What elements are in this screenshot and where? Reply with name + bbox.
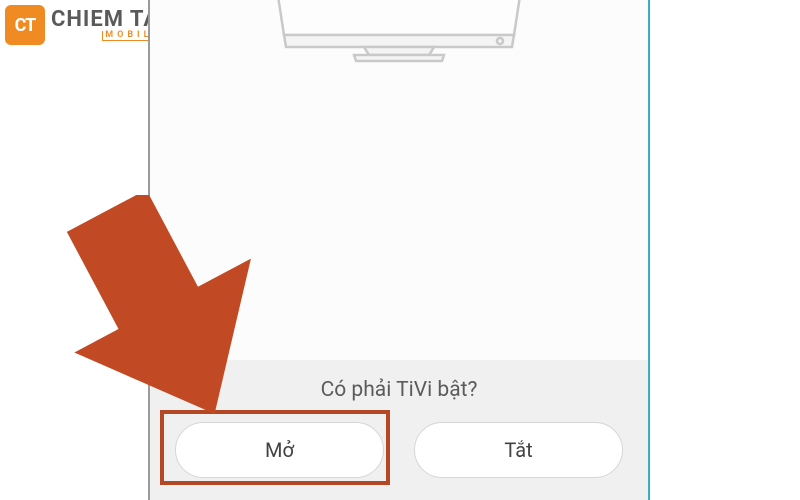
arrow-annotation bbox=[65, 195, 265, 425]
tv-illustration bbox=[264, 0, 534, 65]
watermark-logo: CT CHIEM TAI MOBILE bbox=[5, 5, 167, 45]
open-button[interactable]: Mở bbox=[175, 422, 384, 478]
logo-badge: CT bbox=[5, 5, 45, 45]
screenshot-frame: CT CHIEM TAI MOBILE Có phải TiVi bật? Mở bbox=[0, 0, 800, 500]
off-button[interactable]: Tắt bbox=[414, 422, 623, 478]
